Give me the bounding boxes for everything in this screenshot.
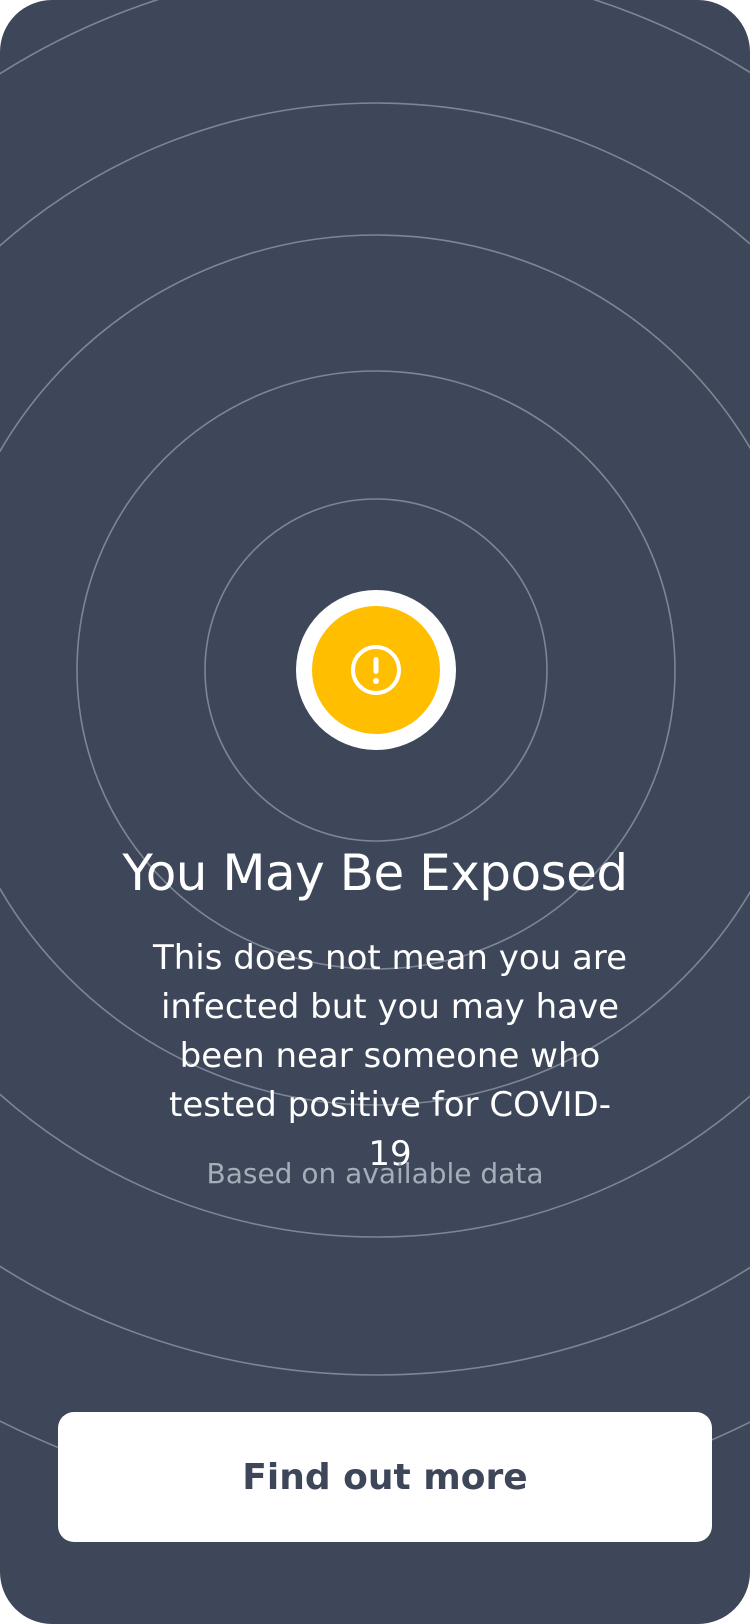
- description-line: been near someone who: [179, 1036, 601, 1076]
- description-line: This does not mean you are: [152, 938, 628, 978]
- exposure-screen: You May Be Exposed This does not mean yo…: [0, 0, 750, 1624]
- find-out-more-button[interactable]: Find out more: [58, 1412, 712, 1542]
- exposure-status-badge: [296, 590, 456, 750]
- radar-rings-decoration: [0, 0, 750, 1511]
- ring-6: [0, 1420, 750, 1511]
- description-line: infected but you may have: [160, 987, 620, 1027]
- status-badge-fill: [312, 606, 440, 734]
- page-title: You May Be Exposed: [122, 844, 628, 902]
- exclamation-circle-icon: [351, 645, 401, 695]
- exposure-description: This does not mean you are infected but …: [150, 934, 630, 1179]
- data-source-note: Based on available data: [206, 1157, 544, 1190]
- find-out-more-label: Find out more: [242, 1456, 528, 1498]
